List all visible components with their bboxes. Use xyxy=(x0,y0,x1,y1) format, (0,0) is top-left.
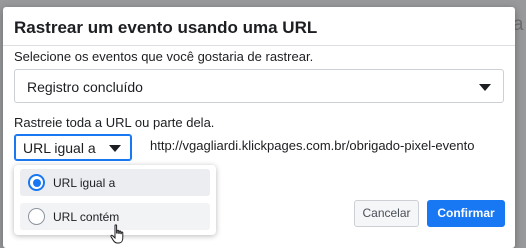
chevron-down-icon xyxy=(479,84,491,91)
modal-title: Rastrear um evento usando uma URL xyxy=(14,18,318,37)
radio-unchecked-icon xyxy=(28,208,45,225)
option-label: URL contém xyxy=(53,210,120,224)
event-select[interactable]: Registro concluído xyxy=(14,69,504,103)
event-select-value: Registro concluído xyxy=(27,79,143,95)
cancel-button[interactable]: Cancelar xyxy=(354,200,419,227)
title-divider xyxy=(3,45,515,46)
confirm-button[interactable]: Confirmar xyxy=(427,200,505,227)
url-input[interactable]: http://vgagliardi.klickpages.com.br/obri… xyxy=(150,138,500,164)
chevron-down-icon xyxy=(109,145,121,152)
dropdown-option-url-equals[interactable]: URL igual a xyxy=(20,169,210,196)
url-match-select-value: URL igual a xyxy=(23,140,96,156)
event-select-label: Selecione os eventos que você gostaria d… xyxy=(14,49,314,64)
track-event-modal: Rastrear um evento usando uma URL Seleci… xyxy=(3,7,515,248)
radio-checked-icon xyxy=(28,174,45,191)
option-label: URL igual a xyxy=(53,176,116,190)
url-match-label: Rastreie toda a URL ou parte dela. xyxy=(14,115,215,130)
url-match-select[interactable]: URL igual a xyxy=(14,134,132,161)
hand-pointer-icon xyxy=(110,224,124,244)
